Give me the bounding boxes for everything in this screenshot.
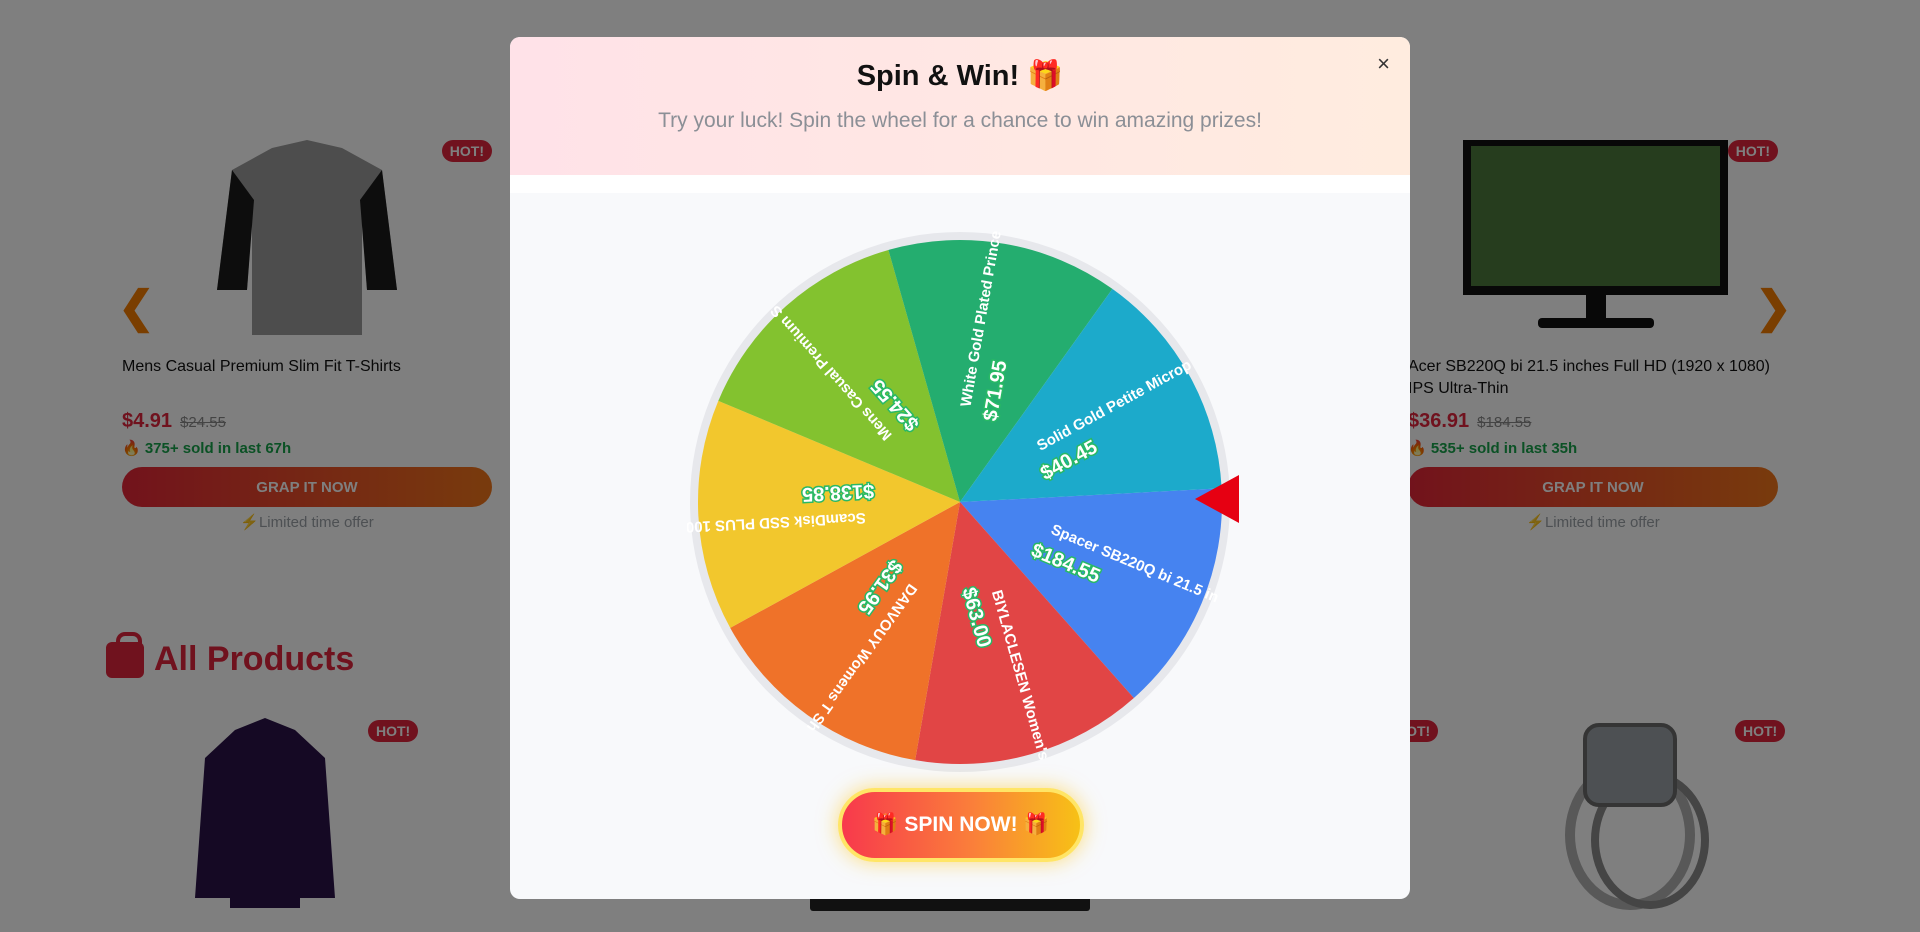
modal-header: Spin & Win! 🎁 Try your luck! Spin the wh… bbox=[510, 37, 1410, 175]
prize-wheel-svg: Spacer SB220Q bi 21.5 in$184.55BIYLACLES… bbox=[685, 229, 1230, 772]
modal-subtitle: Try your luck! Spin the wheel for a chan… bbox=[658, 109, 1262, 132]
spin-now-button[interactable]: 🎁 SPIN NOW! 🎁 bbox=[838, 788, 1084, 862]
header-divider bbox=[510, 175, 1410, 193]
prize-wheel: Spacer SB220Q bi 21.5 in$184.55BIYLACLES… bbox=[685, 229, 1233, 775]
spin-now-label: 🎁 SPIN NOW! 🎁 bbox=[872, 813, 1050, 836]
wheel-sheen bbox=[698, 240, 1222, 764]
spin-win-modal: Spin & Win! 🎁 Try your luck! Spin the wh… bbox=[510, 37, 1410, 899]
close-icon[interactable]: × bbox=[1377, 51, 1390, 77]
wheel-pointer-icon bbox=[1195, 475, 1239, 523]
modal-title: Spin & Win! 🎁 bbox=[856, 60, 1064, 92]
